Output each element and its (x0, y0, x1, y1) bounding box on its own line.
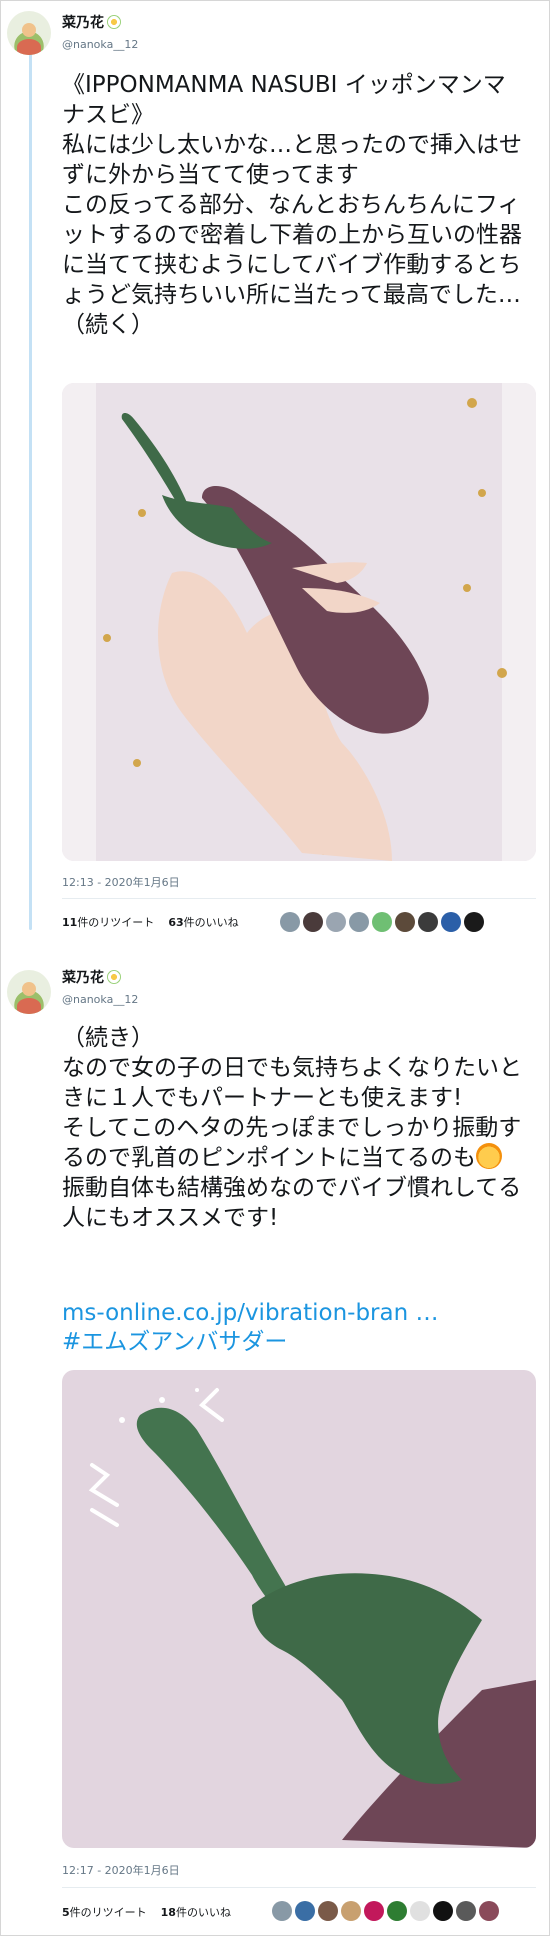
flower-icon (107, 970, 121, 984)
liker-avatar[interactable] (349, 912, 369, 932)
liker-avatar[interactable] (280, 912, 300, 932)
liker-avatar[interactable] (326, 912, 346, 932)
display-name[interactable]: 菜乃花 (62, 969, 121, 987)
tweet-stats: 11件のリツイート 63件のいいね (62, 916, 239, 930)
liker-avatar[interactable] (441, 912, 461, 932)
liker-avatar[interactable] (387, 1901, 407, 1921)
retweet-count-number: 11 (62, 916, 78, 929)
liker-avatars (280, 912, 484, 932)
tweet-text: （続き） なので女の子の日でも気持ちよくなりたいときに１人でもパートナーとも使え… (62, 1023, 532, 1233)
liker-avatar[interactable] (372, 912, 392, 932)
liker-avatar[interactable] (410, 1901, 430, 1921)
hashtag-link[interactable]: #エムズアンバサダー (62, 1327, 287, 1357)
woman-gesturing-emoji-icon (476, 1143, 502, 1169)
like-count-number: 18 (160, 1906, 176, 1919)
avatar[interactable] (7, 11, 51, 55)
tweet-photo-eggplant-closeup[interactable] (62, 1370, 536, 1848)
liker-avatar[interactable] (479, 1901, 499, 1921)
display-name-text: 菜乃花 (62, 970, 104, 986)
liker-avatar[interactable] (418, 912, 438, 932)
display-name-text: 菜乃花 (62, 15, 104, 31)
liker-avatar[interactable] (464, 912, 484, 932)
tweet-link[interactable]: ms-online.co.jp/vibration-bran … (62, 1298, 439, 1328)
liker-avatar[interactable] (364, 1901, 384, 1921)
retweet-count[interactable]: 11件のリツイート (62, 916, 154, 929)
photo-illustration (62, 383, 536, 861)
liker-avatars (272, 1901, 499, 1921)
liker-avatar[interactable] (341, 1901, 361, 1921)
tweet-text-part-1: （続き） なので女の子の日でも気持ちよくなりたいときに１人でもパートナーとも使え… (62, 1025, 522, 1171)
tweet-photo-eggplant-in-hand[interactable] (62, 383, 536, 861)
user-handle[interactable]: @nanoka__12 (62, 38, 138, 52)
tweet-timestamp[interactable]: 12:17 - 2020年1月6日 (62, 1862, 180, 1878)
like-count-label: 件のいいね (183, 916, 239, 929)
retweet-count-number: 5 (62, 1906, 70, 1919)
liker-avatar[interactable] (433, 1901, 453, 1921)
retweet-count-label: 件のリツイート (77, 916, 155, 929)
liker-avatar[interactable] (272, 1901, 292, 1921)
avatar[interactable] (7, 970, 51, 1014)
stats-divider (62, 898, 536, 899)
tweet-timestamp[interactable]: 12:13 - 2020年1月6日 (62, 874, 180, 890)
liker-avatar[interactable] (395, 912, 415, 932)
retweet-count-label: 件のリツイート (69, 1906, 147, 1919)
tweet-text: 《IPPONMANMA NASUBI イッポンマンマ ナスビ》 私には少し太いか… (62, 72, 522, 338)
thread-line (29, 50, 32, 930)
stats-divider (62, 1887, 536, 1888)
liker-avatar[interactable] (303, 912, 323, 932)
tweet-stats: 5件のリツイート 18件のいいね (62, 1906, 231, 1920)
display-name[interactable]: 菜乃花 (62, 14, 121, 32)
like-count-number: 63 (168, 916, 184, 929)
liker-avatar[interactable] (318, 1901, 338, 1921)
retweet-count[interactable]: 5件のリツイート (62, 1906, 147, 1919)
liker-avatar[interactable] (456, 1901, 476, 1921)
liker-avatar[interactable] (295, 1901, 315, 1921)
like-count-label: 件のいいね (175, 1906, 231, 1919)
tweet-text-part-2: 振動自体も結構強めなのでバイブ慣れしてる人にもオススメです! (62, 1175, 522, 1231)
flower-icon (107, 15, 121, 29)
like-count[interactable]: 63件のいいね (168, 916, 238, 929)
photo-illustration (62, 1370, 536, 1848)
user-handle[interactable]: @nanoka__12 (62, 993, 138, 1007)
like-count[interactable]: 18件のいいね (161, 1906, 231, 1919)
